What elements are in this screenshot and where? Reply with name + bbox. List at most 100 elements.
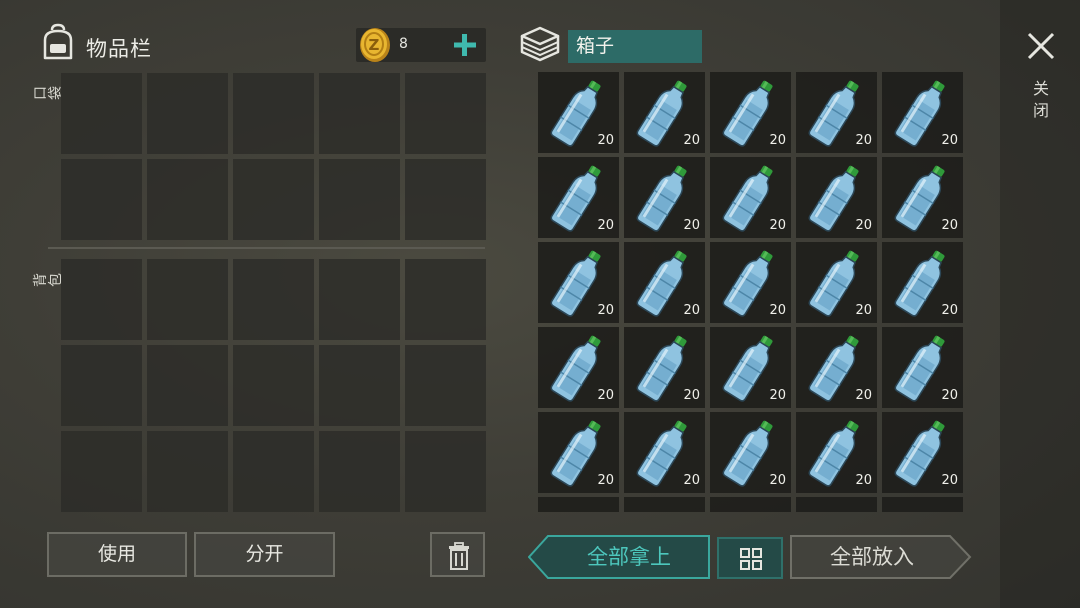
backpack-slot[interactable]	[61, 431, 142, 512]
svg-text:Z: Z	[369, 36, 380, 54]
box-slot[interactable]: 20	[796, 72, 877, 153]
pocket-slot[interactable]	[405, 73, 486, 154]
backpack-icon	[43, 23, 73, 60]
box-slot[interactable]: 20	[796, 327, 877, 408]
use-button[interactable]: 使用	[47, 532, 187, 577]
box-slot[interactable]: 20	[882, 72, 963, 153]
split-button[interactable]: 分开	[194, 532, 335, 577]
backpack-slot[interactable]	[319, 345, 400, 426]
box-slot[interactable]: 20	[710, 157, 791, 238]
item-quantity: 20	[941, 303, 958, 318]
box-slot[interactable]: 20	[710, 327, 791, 408]
box-slot[interactable]	[882, 497, 963, 512]
item-quantity: 20	[941, 133, 958, 148]
box-slot[interactable]: 20	[538, 72, 619, 153]
item-quantity: 20	[941, 388, 958, 403]
box-slot[interactable]: 20	[624, 72, 705, 153]
item-quantity: 20	[855, 473, 872, 488]
box-title: 箱子	[568, 30, 702, 63]
item-quantity: 20	[683, 218, 700, 233]
item-quantity: 20	[855, 303, 872, 318]
box-slot[interactable]: 20	[710, 412, 791, 493]
item-quantity: 20	[597, 388, 614, 403]
box-slot[interactable]: 20	[624, 157, 705, 238]
item-quantity: 20	[683, 388, 700, 403]
box-slot[interactable]: 20	[796, 412, 877, 493]
box-slot[interactable]: 20	[624, 327, 705, 408]
pocket-slot[interactable]	[61, 159, 142, 240]
item-quantity: 20	[597, 218, 614, 233]
item-quantity: 20	[769, 133, 786, 148]
backpack-slot[interactable]	[319, 259, 400, 340]
box-slot[interactable]: 20	[624, 242, 705, 323]
pocket-slot[interactable]	[61, 73, 142, 154]
item-quantity: 20	[769, 473, 786, 488]
item-quantity: 20	[855, 388, 872, 403]
backpack-slot[interactable]	[61, 345, 142, 426]
item-quantity: 20	[597, 473, 614, 488]
pocket-grid	[61, 73, 486, 240]
pocket-slot[interactable]	[405, 159, 486, 240]
item-quantity: 20	[855, 218, 872, 233]
close-icon[interactable]	[1024, 29, 1058, 63]
backpack-slot[interactable]	[405, 345, 486, 426]
box-container[interactable]: 20 20 20 20 20 20 20 20 20 20 20 20 20 2…	[538, 72, 963, 512]
pocket-slot[interactable]	[233, 159, 314, 240]
item-quantity: 20	[683, 303, 700, 318]
box-slot[interactable]	[710, 497, 791, 512]
trash-icon	[449, 542, 469, 570]
box-slot[interactable]: 20	[538, 242, 619, 323]
coin-count: 8	[399, 36, 408, 52]
box-slot[interactable]: 20	[538, 412, 619, 493]
box-slot[interactable]: 20	[882, 327, 963, 408]
pocket-slot[interactable]	[233, 73, 314, 154]
grid-sort-icon	[740, 548, 762, 570]
backpack-slot[interactable]	[233, 345, 314, 426]
box-slot[interactable]	[538, 497, 619, 512]
close-label[interactable]: 关闭	[1030, 78, 1052, 122]
box-slot[interactable]: 20	[710, 242, 791, 323]
box-slot[interactable]	[624, 497, 705, 512]
trash-button[interactable]	[430, 532, 485, 577]
backpack-grid	[61, 259, 486, 512]
box-slot[interactable]: 20	[624, 412, 705, 493]
put-all-label: 全部放入	[830, 545, 914, 569]
coin-icon: Z	[360, 28, 390, 62]
pocket-label: 口袋	[33, 86, 64, 100]
pocket-slot[interactable]	[319, 73, 400, 154]
backpack-slot[interactable]	[147, 345, 228, 426]
item-quantity: 20	[597, 303, 614, 318]
pocket-slot[interactable]	[147, 73, 228, 154]
item-quantity: 20	[941, 218, 958, 233]
box-slot[interactable]: 20	[882, 412, 963, 493]
box-slot[interactable]	[796, 497, 877, 512]
item-quantity: 20	[769, 303, 786, 318]
pocket-slot[interactable]	[319, 159, 400, 240]
plus-icon[interactable]	[450, 30, 480, 60]
box-slot[interactable]: 20	[796, 157, 877, 238]
backpack-slot[interactable]	[233, 259, 314, 340]
box-slot[interactable]: 20	[882, 242, 963, 323]
box-slot[interactable]: 20	[710, 72, 791, 153]
sort-button[interactable]	[717, 537, 783, 579]
box-slot[interactable]: 20	[882, 157, 963, 238]
item-quantity: 20	[855, 133, 872, 148]
box-icon	[520, 26, 560, 62]
take-all-label: 全部拿上	[587, 545, 671, 569]
backpack-slot[interactable]	[405, 431, 486, 512]
item-quantity: 20	[683, 133, 700, 148]
backpack-slot[interactable]	[233, 431, 314, 512]
item-quantity: 20	[597, 133, 614, 148]
backpack-slot[interactable]	[405, 259, 486, 340]
backpack-slot[interactable]	[319, 431, 400, 512]
item-quantity: 20	[683, 473, 700, 488]
backpack-slot[interactable]	[147, 259, 228, 340]
box-slot[interactable]: 20	[796, 242, 877, 323]
box-slot[interactable]: 20	[538, 157, 619, 238]
backpack-slot[interactable]	[147, 431, 228, 512]
box-slot[interactable]: 20	[538, 327, 619, 408]
section-divider	[48, 247, 485, 249]
pocket-slot[interactable]	[147, 159, 228, 240]
inventory-title: 物品栏	[86, 37, 152, 61]
backpack-slot[interactable]	[61, 259, 142, 340]
